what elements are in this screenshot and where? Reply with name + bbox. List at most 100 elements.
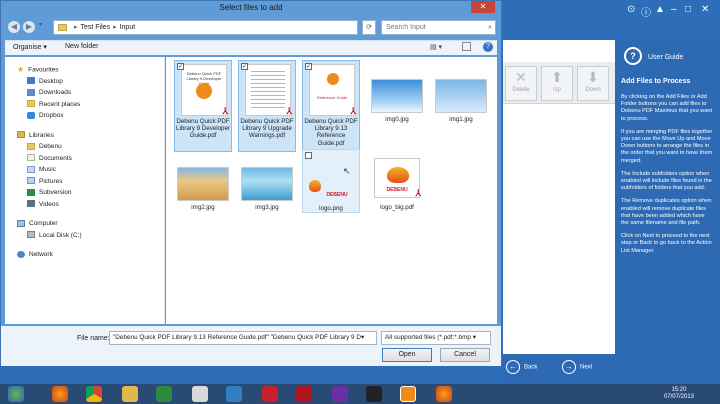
file-item-reference-guide[interactable]: Reference Guide ⅄ ✓ Debenu Quick PDF Lib… — [302, 60, 360, 152]
visual-studio-icon[interactable] — [332, 386, 348, 402]
nav-item-videos[interactable]: Videos — [5, 199, 164, 211]
file-checkbox[interactable]: ✓ — [305, 63, 312, 70]
file-item-logo-big[interactable]: DEBENU ⅄ logo_big.pdf — [368, 153, 426, 213]
nav-item-local-disk[interactable]: Local Disk (C:) — [5, 230, 164, 242]
nav-item-debenu[interactable]: Debenu — [5, 141, 164, 153]
pdf-thumbnail: Debenu Quick PDF Library 9 Developer Gui… — [181, 64, 228, 116]
nav-computer[interactable]: Computer — [5, 218, 164, 230]
nav-libraries[interactable]: Libraries — [5, 130, 164, 142]
maximize-icon[interactable]: □ — [685, 4, 691, 15]
music-icon — [27, 165, 35, 173]
move-up-button[interactable]: ⬆ Up — [541, 66, 573, 101]
left-arrow-icon: ← — [506, 360, 520, 374]
explorer-icon[interactable] — [122, 386, 138, 402]
image-thumbnail — [371, 79, 423, 113]
spreadsheet-icon[interactable] — [156, 386, 172, 402]
file-type-select[interactable]: All supported files (*.pdf;*.bmp ▾ — [381, 331, 491, 345]
nav-item-downloads[interactable]: Downloads — [5, 87, 164, 99]
up-caret-icon[interactable]: ▲ — [655, 4, 665, 15]
archive-icon[interactable] — [192, 386, 208, 402]
move-down-button[interactable]: ⬇ Down — [577, 66, 609, 101]
back-circle-icon[interactable]: ⊙ — [627, 4, 635, 15]
address-row: ◀ ▶ ▾ ▸ Test Files ▸ Input ⟳ Search Input ⌕ — [5, 18, 497, 38]
recent-places-icon — [27, 100, 35, 108]
console-icon[interactable] — [366, 386, 382, 402]
cancel-button[interactable]: Cancel — [440, 348, 490, 362]
help-circle-icon: ? — [624, 47, 642, 65]
pdf-thumbnail: ⅄ — [245, 64, 292, 116]
logo-flame-icon — [387, 167, 409, 183]
file-item-logo-png[interactable]: DEBENU ↖ logo.png — [302, 149, 360, 213]
nav-network[interactable]: Network — [5, 249, 164, 261]
terminal-icon[interactable] — [226, 386, 242, 402]
acrobat-icon[interactable] — [262, 386, 278, 402]
nav-item-music[interactable]: Music — [5, 164, 164, 176]
info-icon[interactable]: ⓘ — [641, 4, 651, 19]
file-item-img0[interactable]: img0.jpg — [368, 60, 426, 152]
search-input[interactable]: Search Input ⌕ — [381, 20, 496, 35]
nav-item-subversion[interactable]: Subversion — [5, 187, 164, 199]
library-folder-icon — [27, 142, 35, 150]
refresh-button[interactable]: ⟳ — [362, 20, 376, 35]
guide-title: Add Files to Process — [621, 78, 691, 85]
pdf-reader-icon[interactable] — [296, 386, 312, 402]
minimize-icon[interactable]: – — [671, 4, 677, 15]
desktop-icon — [27, 77, 35, 85]
taskbar: 15:20 07/07/2013 — [0, 384, 720, 404]
start-icon[interactable] — [8, 386, 24, 402]
help-icon[interactable]: ? — [483, 42, 493, 52]
file-name: Debenu Quick PDF Library 9 Developer Gui… — [176, 118, 230, 140]
file-item-dev-guide[interactable]: Debenu Quick PDF Library 9 Developer Gui… — [174, 60, 232, 152]
documents-icon — [27, 154, 35, 162]
file-item-img2[interactable]: img2.jpg — [174, 153, 232, 213]
open-button[interactable]: Open — [382, 348, 432, 362]
recent-dropdown-icon[interactable]: ▾ — [39, 21, 42, 28]
breadcrumb-segment[interactable]: Test Files — [81, 24, 111, 31]
close-app-icon[interactable]: ✕ — [701, 4, 709, 15]
new-folder-button[interactable]: New folder — [65, 43, 98, 50]
subversion-icon — [27, 188, 35, 196]
nav-item-desktop[interactable]: Desktop — [5, 76, 164, 88]
nav-favourites[interactable]: ★ Favourites — [5, 64, 164, 76]
files-pane: Debenu Quick PDF Library 9 Developer Gui… — [166, 57, 497, 324]
firefox-alt-icon[interactable] — [436, 386, 452, 402]
cover-logo — [327, 73, 339, 85]
organise-button[interactable]: Organise ▾ — [13, 43, 47, 51]
pdf-thumbnail: DEBENU ⅄ — [374, 158, 421, 198]
close-button[interactable]: ✕ — [471, 1, 495, 13]
back-arrow-icon[interactable]: ◀ — [8, 21, 20, 33]
file-checkbox[interactable]: ✓ — [241, 63, 248, 70]
view-options-icon[interactable]: ▤ ▾ — [430, 43, 442, 51]
network-icon — [17, 250, 25, 258]
system-clock[interactable]: 15:20 07/07/2013 — [664, 387, 694, 401]
nav-item-recent-places[interactable]: Recent places — [5, 99, 164, 111]
nav-item-dropbox[interactable]: Dropbox — [5, 110, 164, 122]
file-checkbox[interactable]: ✓ — [177, 63, 184, 70]
nav-item-documents[interactable]: Documents — [5, 153, 164, 165]
file-item-img3[interactable]: img3.jpg — [238, 153, 296, 213]
delete-button[interactable]: ✕ Delete — [505, 66, 537, 101]
star-icon: ★ — [17, 65, 25, 74]
logo-flame-icon — [309, 180, 321, 192]
pictures-icon — [27, 177, 35, 185]
videos-icon — [27, 200, 35, 208]
nav-item-pictures[interactable]: Pictures — [5, 176, 164, 188]
back-button[interactable]: ← Back — [506, 360, 537, 374]
address-bar[interactable]: ▸ Test Files ▸ Input — [53, 20, 358, 35]
next-button[interactable]: → Next — [562, 360, 592, 374]
file-name: img3.jpg — [255, 204, 279, 211]
breadcrumb-segment[interactable]: Input — [120, 24, 136, 31]
debenu-app-icon[interactable] — [400, 386, 416, 402]
file-checkbox[interactable] — [305, 152, 312, 159]
forward-arrow-icon[interactable]: ▶ — [23, 21, 35, 33]
firefox-icon[interactable] — [52, 386, 68, 402]
right-arrow-icon: → — [562, 360, 576, 374]
search-placeholder: Search Input — [386, 24, 426, 31]
file-item-img1[interactable]: img1.jpg — [432, 60, 490, 152]
select-files-dialog: Select files to add ✕ ◀ ▶ ▾ ▸ Test Files ▸… — [0, 0, 502, 366]
navigation-pane: ★ Favourites Desktop Downloads Recent pla… — [5, 57, 165, 324]
file-item-upgrade-warnings[interactable]: ⅄ ✓ Debenu Quick PDF Library 9 Upgrade W… — [238, 60, 296, 152]
preview-pane-icon[interactable] — [462, 42, 471, 51]
filename-input[interactable]: "Debenu Quick PDF Library 9.13 Reference… — [109, 331, 377, 345]
chrome-icon[interactable] — [86, 386, 102, 402]
